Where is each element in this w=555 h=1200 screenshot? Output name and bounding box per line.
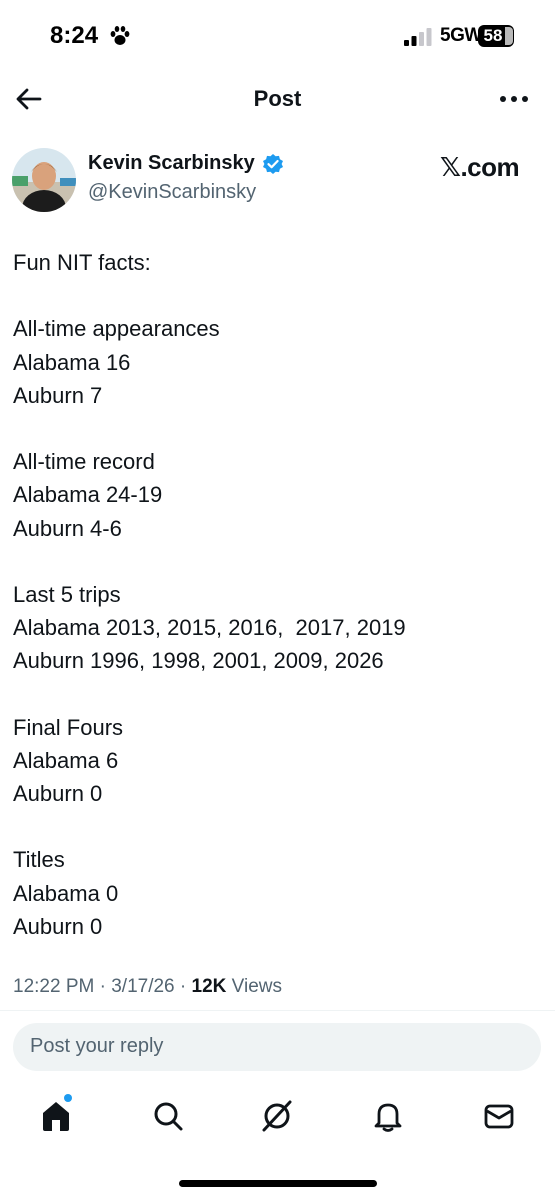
signal-icon <box>404 28 432 46</box>
post-line <box>13 412 543 445</box>
avatar[interactable] <box>12 148 76 212</box>
post-line: All-time record <box>13 449 155 475</box>
post-line: Alabama 2013, 2015, 2016, 2017, 2019 <box>13 615 406 641</box>
post-line <box>13 279 543 312</box>
author-handle[interactable]: @KevinScarbinsky <box>88 181 256 204</box>
reply-input[interactable]: Post your reply <box>13 1023 541 1071</box>
meta-separator: · <box>99 976 106 997</box>
views-count[interactable]: 12K <box>192 976 227 997</box>
post-line: All-time appearances <box>13 316 220 342</box>
post-line: Alabama 0 <box>13 880 119 906</box>
paw-icon <box>110 26 130 45</box>
bell-icon[interactable] <box>370 1098 406 1134</box>
mail-icon[interactable] <box>481 1098 517 1134</box>
post-line: Alabama 16 <box>13 349 131 375</box>
views-label[interactable]: Views <box>232 976 282 997</box>
post-line: Alabama 24-19 <box>13 482 163 508</box>
search-icon[interactable] <box>150 1098 186 1134</box>
post-line: Final Fours <box>13 714 124 740</box>
page-title: Post <box>253 86 302 111</box>
post-line: Last 5 trips <box>13 581 121 607</box>
home-indicator <box>179 1180 377 1187</box>
more-horizontal-icon[interactable] <box>498 88 530 110</box>
post-date: 3/17/26 <box>111 976 175 997</box>
verified-badge-icon <box>263 154 283 174</box>
battery-empty-segment <box>505 27 513 45</box>
post-time: 12:22 PM <box>13 976 95 997</box>
post-line: Auburn 7 <box>13 382 103 408</box>
post-line: Auburn 0 <box>13 781 103 806</box>
arrow-left-icon[interactable] <box>14 84 44 114</box>
post-line <box>13 810 543 843</box>
post-header: Post <box>0 76 555 122</box>
status-time: 8:24 <box>50 22 99 49</box>
battery-level-text: 58 <box>483 26 503 45</box>
post-line <box>13 545 543 578</box>
post-line: Titles <box>13 847 65 873</box>
post-line: Auburn 0 <box>13 913 103 939</box>
network-label: 5GW <box>440 25 482 46</box>
post-line: Fun NIT facts: <box>13 250 151 275</box>
status-bar: 8:24 5GW 58 <box>0 0 555 70</box>
post-line <box>13 677 543 710</box>
notification-dot <box>64 1094 72 1102</box>
post-text: Fun NIT facts: All-time appearances Alabam… <box>13 246 543 943</box>
post-meta: 12:22 PM · 3/17/26 · 12K Views <box>13 976 282 998</box>
source-label: 𝕏.com <box>440 152 520 182</box>
divider <box>0 1010 555 1011</box>
grok-icon[interactable] <box>259 1098 295 1134</box>
reply-placeholder: Post your reply <box>30 1035 164 1057</box>
post-line: Auburn 4-6 <box>13 515 122 541</box>
meta-separator: · <box>179 976 187 997</box>
home-icon[interactable] <box>38 1098 74 1134</box>
post-line: Alabama 6 <box>13 747 119 773</box>
author-name[interactable]: Kevin Scarbinsky <box>88 152 255 175</box>
battery-indicator: 58 <box>478 25 514 47</box>
post-line: Auburn 1996, 1998, 2001, 2009, 2026 <box>13 648 384 674</box>
